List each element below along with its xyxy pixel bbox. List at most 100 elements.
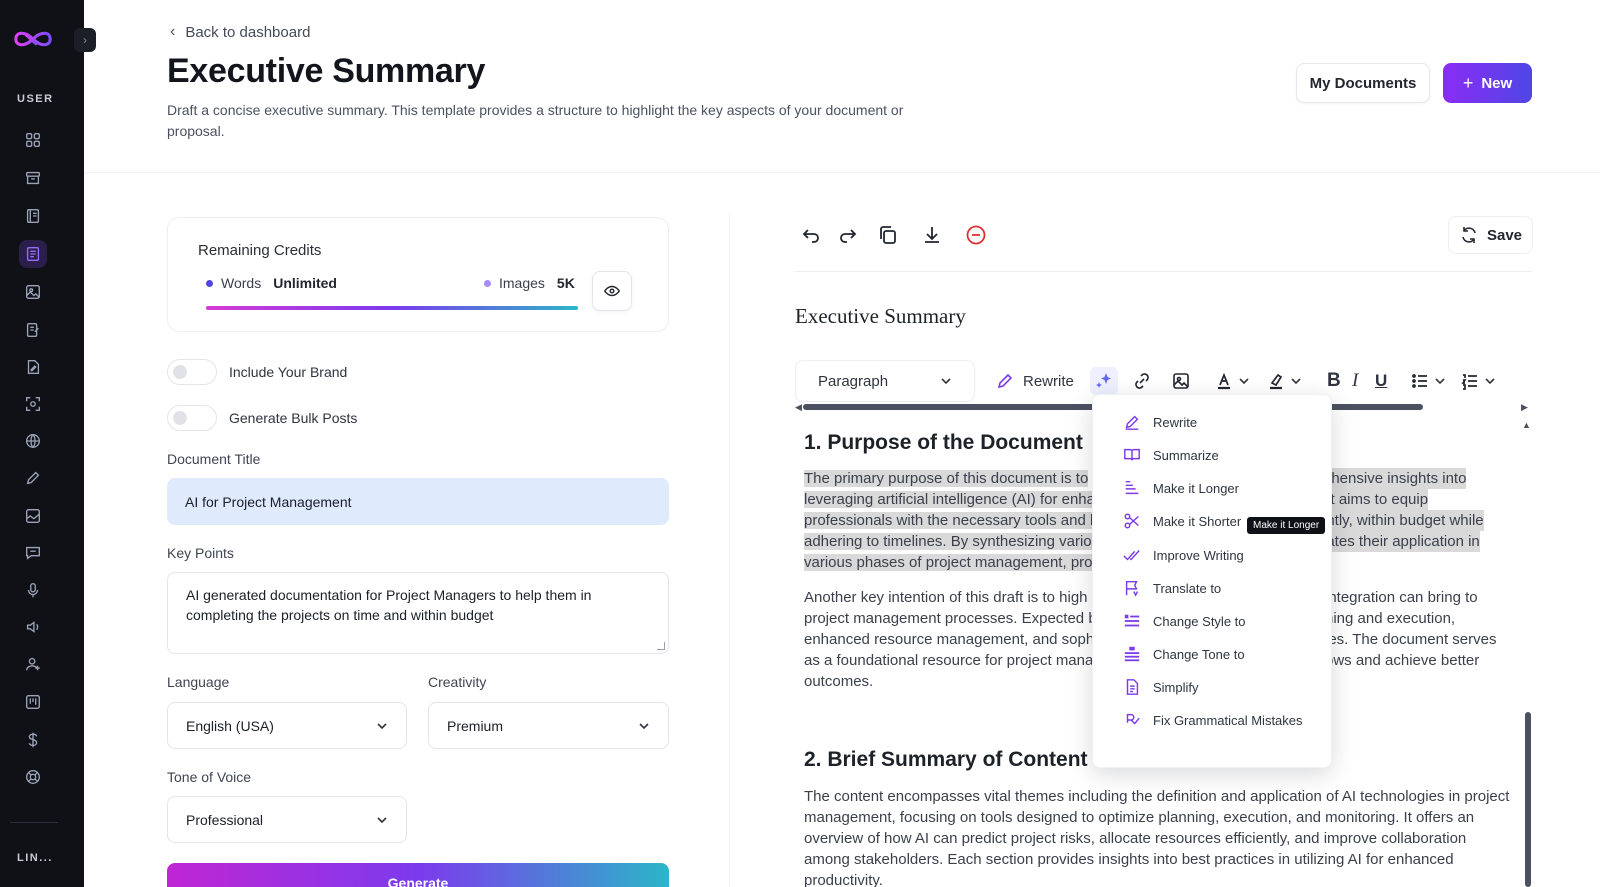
sidebar-item-scan[interactable] <box>19 390 47 418</box>
bulk-posts-row: Generate Bulk Posts <box>167 405 357 431</box>
tone-list-icon <box>1124 646 1140 662</box>
menu-item-change-tone[interactable]: Change Tone to <box>1123 645 1245 663</box>
scroll-right-arrow[interactable]: ▶ <box>1521 402 1528 413</box>
text-color-icon <box>1218 372 1230 390</box>
user-add-icon <box>26 657 40 671</box>
text-line-right: ows and achieve better <box>1325 652 1480 669</box>
sidebar-item-pen[interactable] <box>19 464 47 492</box>
sidebar-item-kanban[interactable] <box>19 688 47 716</box>
copy-icon <box>880 226 896 244</box>
ai-actions-button[interactable] <box>1090 367 1118 395</box>
language-label: Language <box>167 674 230 690</box>
sidebar-item-document-edit[interactable] <box>19 316 47 344</box>
menu-item-label: Summarize <box>1153 447 1219 463</box>
sidebar-item-file-edit[interactable] <box>19 353 47 381</box>
menu-item-simplify[interactable]: Simplify <box>1123 678 1199 696</box>
view-credits-button[interactable] <box>592 271 632 311</box>
text-line-left: leveraging artificial intelligence (AI) … <box>804 491 1095 508</box>
sidebar-item-book[interactable] <box>19 202 47 230</box>
file-text-icon <box>1126 679 1139 695</box>
menu-item-translate[interactable]: Translate to <box>1123 579 1221 597</box>
sidebar-item-users[interactable] <box>19 650 47 678</box>
copy-button[interactable] <box>874 221 902 249</box>
sidebar-item-chat[interactable] <box>19 539 47 567</box>
my-documents-button[interactable]: My Documents <box>1296 63 1430 103</box>
text-line-left: enhanced resource management, and sophi <box>804 631 1098 648</box>
numbered-list-icon <box>1461 374 1477 390</box>
bulk-posts-toggle[interactable] <box>167 405 217 431</box>
plus-icon: + <box>1462 72 1474 93</box>
ai-actions-menu: Rewrite Summarize Make it Longer Make it… <box>1092 394 1332 768</box>
sidebar-item-support[interactable] <box>19 763 47 791</box>
sidebar-section-links: LIN... <box>17 852 53 864</box>
bullet-list-button[interactable] <box>1410 360 1446 402</box>
tone-select[interactable]: Professional <box>167 796 407 843</box>
link-icon <box>1135 373 1149 389</box>
menu-item-change-style[interactable]: Change Style to <box>1123 612 1246 630</box>
sidebar-item-images[interactable] <box>19 278 47 306</box>
download-button[interactable] <box>918 221 946 249</box>
eye-icon <box>603 285 621 297</box>
chevron-left-icon: ‹ <box>170 23 176 40</box>
sidebar: › USER LIN... <box>0 0 96 887</box>
menu-item-make-longer[interactable]: Make it Longer <box>1123 479 1239 497</box>
language-select[interactable]: English (USA) <box>167 702 407 749</box>
sidebar-item-billing[interactable] <box>19 726 47 754</box>
image-icon <box>1173 373 1189 389</box>
sidebar-item-speaker[interactable] <box>19 613 47 641</box>
rewrite-button[interactable]: Rewrite <box>995 360 1074 402</box>
sidebar-collapse-button[interactable]: › <box>74 28 96 52</box>
text-line-left: outcomes. <box>804 673 874 690</box>
sidebar-item-dashboard[interactable] <box>19 126 47 154</box>
chevron-down-icon <box>1239 378 1249 385</box>
menu-item-rewrite[interactable]: Rewrite <box>1123 413 1197 431</box>
save-button[interactable]: Save <box>1448 216 1533 254</box>
underline-button[interactable]: U <box>1375 360 1387 402</box>
sidebar-item-web[interactable] <box>19 427 47 455</box>
creativity-select[interactable]: Premium <box>428 702 669 749</box>
words-value: Unlimited <box>273 275 337 291</box>
brand-logo[interactable] <box>12 26 54 52</box>
editor-vertical-scrollbar[interactable] <box>1525 712 1531 887</box>
remaining-credits-card: Remaining Credits Words Unlimited Images… <box>167 217 669 332</box>
menu-item-improve-writing[interactable]: Improve Writing <box>1123 546 1244 564</box>
sidebar-item-archive[interactable] <box>19 164 47 192</box>
support-icon <box>26 770 40 784</box>
menu-item-label: Improve Writing <box>1153 547 1244 563</box>
scroll-up-arrow[interactable]: ▲ <box>1522 420 1531 430</box>
sidebar-item-voice[interactable] <box>19 576 47 604</box>
italic-button[interactable]: I <box>1352 360 1358 402</box>
resize-handle[interactable] <box>657 642 665 650</box>
redo-button[interactable] <box>834 221 862 249</box>
chevron-down-icon <box>1435 378 1445 385</box>
sidebar-item-documents[interactable] <box>19 240 47 268</box>
menu-item-label: Make it Shorter <box>1153 513 1242 529</box>
new-button[interactable]: + New <box>1443 63 1532 103</box>
chevron-down-icon <box>639 722 649 729</box>
menu-item-fix-grammar[interactable]: Fix Grammatical Mistakes <box>1123 711 1303 729</box>
scroll-left-arrow[interactable]: ◀ <box>795 402 802 413</box>
generate-button[interactable]: Generate <box>167 863 669 887</box>
paragraph-style-select[interactable]: Paragraph <box>795 360 975 402</box>
image-icon <box>26 285 40 299</box>
key-points-textarea[interactable]: AI generated documentation for Project M… <box>167 572 669 654</box>
sidebar-item-image-alt[interactable] <box>19 502 47 530</box>
delete-button[interactable] <box>962 221 990 249</box>
images-credit: Images 5K <box>484 275 575 291</box>
credits-title: Remaining Credits <box>198 242 322 259</box>
back-to-dashboard-link[interactable]: ‹ Back to dashboard <box>170 23 310 41</box>
bulk-posts-label: Generate Bulk Posts <box>229 410 358 426</box>
text-line-left: various phases of project management, pr… <box>804 554 1093 571</box>
numbered-list-button[interactable] <box>1460 360 1496 402</box>
text-line-right: . It aims to equip <box>1318 489 1429 510</box>
document-title-input[interactable]: AI for Project Management <box>167 478 669 525</box>
include-brand-toggle[interactable] <box>167 359 217 385</box>
images-value: 5K <box>556 275 575 291</box>
double-check-icon <box>1123 550 1140 561</box>
paragraph: The content encompasses vital themes inc… <box>804 788 1510 887</box>
book-icon <box>26 209 40 223</box>
undo-button[interactable] <box>797 221 825 249</box>
menu-item-summarize[interactable]: Summarize <box>1123 446 1219 464</box>
chevron-right-icon: › <box>83 33 87 47</box>
menu-item-make-shorter[interactable]: Make it Shorter <box>1123 512 1241 530</box>
